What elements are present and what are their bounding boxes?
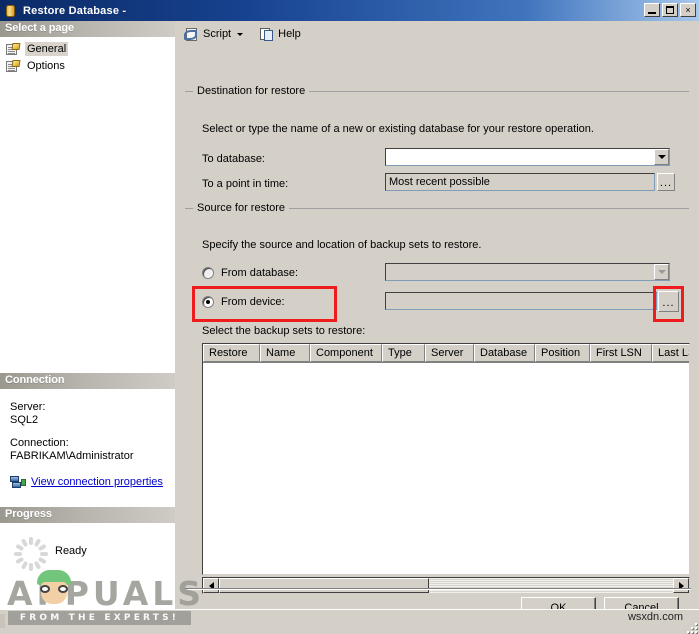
help-label: Help bbox=[278, 28, 301, 40]
window-title: Restore Database - bbox=[23, 4, 127, 17]
source-description: Specify the source and location of backu… bbox=[202, 239, 482, 251]
from-database-combo-input bbox=[385, 263, 670, 281]
connection-properties-icon bbox=[10, 475, 26, 489]
progress-header: Progress bbox=[0, 507, 175, 523]
connection-body: Server: SQL2 Connection: FABRIKAM\Admini… bbox=[0, 389, 175, 497]
script-icon bbox=[184, 27, 200, 42]
help-icon bbox=[259, 27, 275, 42]
backup-sets-header-row: Restore Name Component Type Server Datab… bbox=[203, 344, 689, 363]
column-header-database[interactable]: Database bbox=[474, 344, 535, 362]
connection-label: Connection: bbox=[10, 437, 69, 449]
page-general-icon bbox=[6, 42, 21, 56]
left-pane: Select a page General Options Connection… bbox=[0, 21, 175, 634]
connection-header: Connection bbox=[0, 373, 175, 389]
column-header-first-lsn[interactable]: First LSN bbox=[590, 344, 652, 362]
from-device-radio[interactable] bbox=[202, 296, 214, 308]
general-page-content: Destination for restore Select or type t… bbox=[175, 47, 699, 594]
backup-sets-body[interactable] bbox=[203, 363, 689, 574]
view-connection-properties-row[interactable]: View connection properties bbox=[10, 475, 165, 489]
destination-group: Destination for restore bbox=[185, 85, 689, 97]
window-controls: × bbox=[644, 3, 696, 17]
column-header-component[interactable]: Component bbox=[310, 344, 382, 362]
source-group: Source for restore bbox=[185, 202, 689, 214]
to-database-label: To database: bbox=[202, 153, 265, 165]
scrollbar-track[interactable] bbox=[219, 578, 673, 593]
from-database-label: From database: bbox=[221, 267, 299, 279]
to-point-in-time-browse-button[interactable]: ... bbox=[657, 173, 675, 191]
source-group-title: Source for restore bbox=[193, 202, 290, 214]
scroll-left-button[interactable] bbox=[203, 578, 219, 593]
column-header-last-lsn[interactable]: Last LSN bbox=[652, 344, 689, 362]
sidebar-item-general[interactable]: General bbox=[6, 41, 72, 57]
restore-database-dialog: Restore Database - × Select a page Gener… bbox=[0, 0, 699, 634]
to-point-in-time-input[interactable]: Most recent possible bbox=[385, 173, 655, 191]
toolbar: Script Help bbox=[175, 21, 699, 47]
column-header-restore[interactable]: Restore bbox=[203, 344, 260, 362]
backup-sets-hscrollbar[interactable] bbox=[202, 577, 690, 594]
from-database-radio-row[interactable]: From database: bbox=[202, 267, 298, 279]
connection-value: FABRIKAM\Administrator bbox=[10, 450, 134, 462]
destination-description: Select or type the name of a new or exis… bbox=[202, 123, 594, 135]
destination-group-title: Destination for restore bbox=[193, 85, 310, 97]
server-value: SQL2 bbox=[10, 414, 39, 426]
status-strip-nub bbox=[0, 614, 5, 628]
progress-spinner-icon bbox=[14, 537, 48, 571]
view-connection-properties-link[interactable]: View connection properties bbox=[31, 476, 163, 489]
from-device-radio-row[interactable]: From device: bbox=[202, 296, 285, 308]
column-header-server[interactable]: Server bbox=[425, 344, 474, 362]
server-label: Server: bbox=[10, 401, 46, 413]
to-database-dropdown-arrow[interactable] bbox=[654, 149, 669, 165]
from-device-input[interactable] bbox=[385, 292, 657, 310]
source-watermark-text: wsxdn.com bbox=[627, 611, 683, 623]
footer-divider bbox=[183, 588, 691, 590]
chevron-down-icon[interactable] bbox=[237, 32, 244, 36]
status-strip bbox=[0, 609, 699, 634]
scrollbar-thumb[interactable] bbox=[219, 578, 429, 593]
select-page-header: Select a page bbox=[0, 21, 175, 37]
column-header-name[interactable]: Name bbox=[260, 344, 310, 362]
database-cylinder-icon bbox=[4, 4, 18, 18]
resize-grip[interactable] bbox=[683, 619, 697, 633]
to-point-in-time-label: To a point in time: bbox=[202, 178, 289, 190]
script-label: Script bbox=[203, 28, 232, 40]
progress-status-text: Ready bbox=[55, 545, 87, 557]
from-device-browse-button[interactable]: ... bbox=[658, 291, 679, 312]
to-database-combo-input[interactable] bbox=[385, 148, 670, 166]
minimize-button[interactable] bbox=[644, 3, 660, 17]
scroll-right-button[interactable] bbox=[673, 578, 689, 593]
sidebar-item-label: Options bbox=[27, 60, 65, 72]
title-bar[interactable]: Restore Database - × bbox=[0, 0, 699, 21]
close-button[interactable]: × bbox=[680, 3, 696, 17]
page-list: General Options bbox=[0, 37, 175, 74]
sidebar-item-label: General bbox=[25, 42, 69, 56]
from-database-dropdown-arrow bbox=[654, 264, 669, 280]
backup-sets-grid[interactable]: Restore Name Component Type Server Datab… bbox=[202, 343, 690, 575]
maximize-button[interactable] bbox=[662, 3, 678, 17]
script-button[interactable]: Script bbox=[181, 24, 246, 44]
backup-sets-label: Select the backup sets to restore: bbox=[202, 325, 366, 337]
column-header-position[interactable]: Position bbox=[535, 344, 590, 362]
connection-section: Connection Server: SQL2 Connection: FABR… bbox=[0, 373, 175, 497]
page-options-icon bbox=[6, 59, 21, 73]
sidebar-item-options[interactable]: Options bbox=[6, 58, 71, 74]
right-pane: Script Help Destination for restore Sele… bbox=[175, 21, 699, 609]
from-database-radio[interactable] bbox=[202, 267, 214, 279]
column-header-type[interactable]: Type bbox=[382, 344, 425, 362]
from-device-label: From device: bbox=[221, 296, 285, 308]
help-button[interactable]: Help bbox=[256, 24, 304, 44]
